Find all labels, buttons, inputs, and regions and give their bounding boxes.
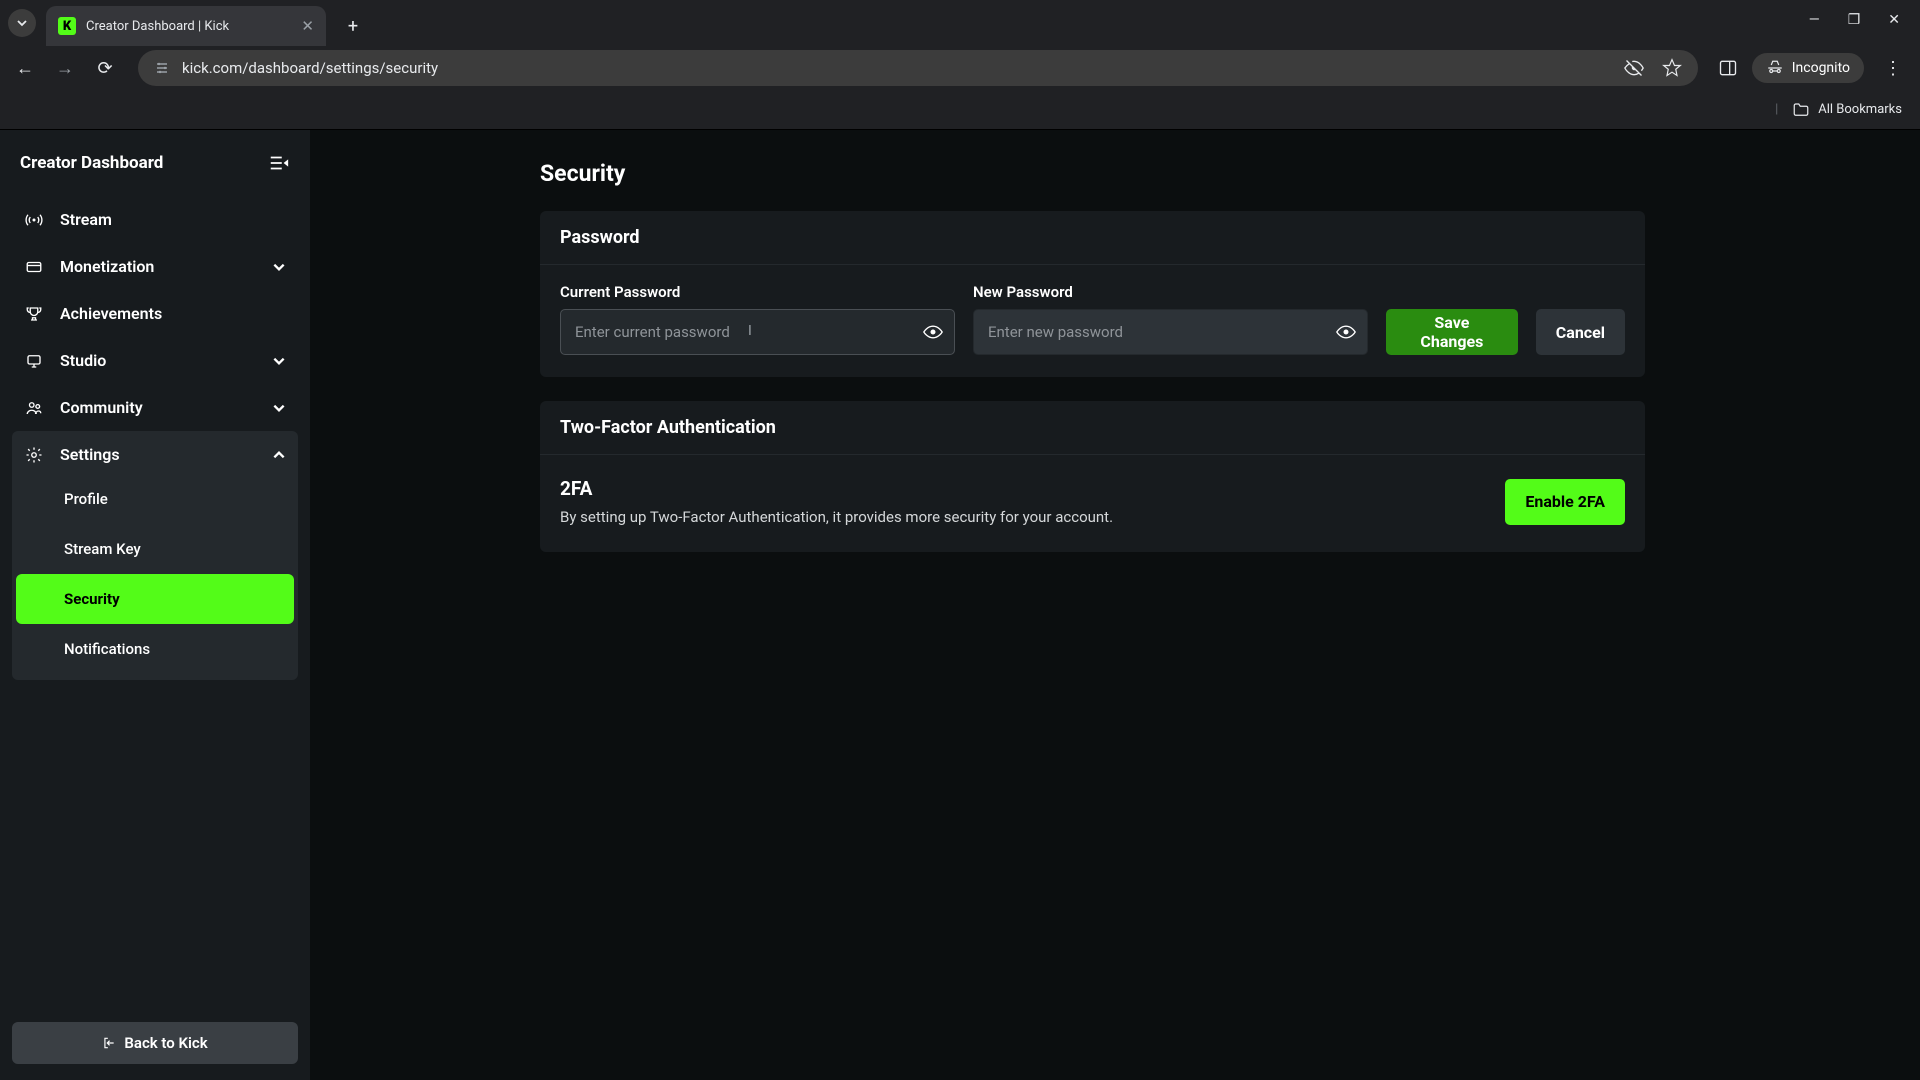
- new-password-input[interactable]: [973, 309, 1368, 355]
- chevron-down-icon: [272, 260, 286, 274]
- close-window-button[interactable]: ✕: [1888, 12, 1900, 28]
- tab-title: Creator Dashboard | Kick: [86, 19, 291, 34]
- back-to-kick-label: Back to Kick: [124, 1034, 207, 1052]
- bookmark-star-icon[interactable]: [1662, 58, 1682, 78]
- sidebar-item-label: Settings: [60, 445, 120, 464]
- sidebar-item-label: Monetization: [60, 257, 154, 276]
- collapse-sidebar-button[interactable]: [268, 152, 290, 174]
- site-info-icon[interactable]: [154, 60, 170, 76]
- sidebar-item-label: Achievements: [60, 304, 162, 323]
- all-bookmarks-button[interactable]: All Bookmarks: [1818, 102, 1902, 117]
- sidebar-item-stream[interactable]: Stream: [12, 196, 298, 243]
- url-text: kick.com/dashboard/settings/security: [182, 59, 1612, 77]
- main-content: Security Password Current Password I New…: [310, 130, 1920, 1080]
- browser-tab[interactable]: K Creator Dashboard | Kick ✕: [46, 6, 326, 46]
- current-password-input[interactable]: [560, 309, 955, 355]
- incognito-icon: [1766, 59, 1784, 77]
- trophy-icon: [24, 305, 44, 323]
- nav-bar: ← → ⟳ kick.com/dashboard/settings/securi…: [0, 46, 1920, 90]
- sidebar-subitem-security[interactable]: Security: [16, 574, 294, 624]
- cancel-button[interactable]: Cancel: [1536, 309, 1625, 355]
- tfa-card-header: Two-Factor Authentication: [540, 401, 1645, 455]
- reload-button[interactable]: ⟳: [92, 58, 118, 79]
- card-icon: [24, 258, 44, 276]
- browser-menu-button[interactable]: ⋮: [1878, 58, 1908, 79]
- password-card: Password Current Password I New Password: [540, 211, 1645, 377]
- tab-search-button[interactable]: [8, 9, 36, 37]
- sidebar-item-label: Studio: [60, 351, 106, 370]
- browser-chrome: K Creator Dashboard | Kick ✕ + ― ❐ ✕ ← →…: [0, 0, 1920, 130]
- new-tab-button[interactable]: +: [338, 11, 368, 41]
- folder-icon: [1792, 101, 1810, 119]
- forward-button[interactable]: →: [52, 58, 78, 79]
- broadcast-icon: [24, 211, 44, 229]
- maximize-button[interactable]: ❐: [1848, 12, 1861, 28]
- incognito-label: Incognito: [1792, 60, 1850, 76]
- password-card-header: Password: [540, 211, 1645, 265]
- gear-icon: [24, 446, 44, 464]
- chevron-down-icon: [272, 401, 286, 415]
- tab-bar: K Creator Dashboard | Kick ✕ + ― ❐ ✕: [0, 0, 1920, 46]
- bookmarks-bar: | All Bookmarks: [0, 90, 1920, 130]
- toggle-password-visibility-button[interactable]: [1336, 322, 1356, 342]
- sidebar-item-achievements[interactable]: Achievements: [12, 290, 298, 337]
- kick-favicon-icon: K: [58, 17, 76, 35]
- chevron-down-icon: [16, 17, 28, 29]
- exit-icon: [102, 1036, 116, 1050]
- toggle-password-visibility-button[interactable]: [923, 322, 943, 342]
- page-title: Security: [540, 160, 1920, 187]
- tfa-title: 2FA: [560, 477, 1505, 500]
- back-button[interactable]: ←: [12, 58, 38, 79]
- chevron-down-icon: [272, 354, 286, 368]
- tab-close-button[interactable]: ✕: [301, 17, 314, 35]
- eye-off-icon[interactable]: [1624, 58, 1644, 78]
- sidebar-item-monetization[interactable]: Monetization: [12, 243, 298, 290]
- save-changes-button[interactable]: Save Changes: [1386, 309, 1518, 355]
- sidebar-subitem-stream-key[interactable]: Stream Key: [16, 524, 294, 574]
- minimize-button[interactable]: ―: [1809, 12, 1820, 28]
- enable-2fa-button[interactable]: Enable 2FA: [1505, 479, 1625, 525]
- sidebar-item-settings[interactable]: Settings: [12, 431, 298, 478]
- tfa-card: Two-Factor Authentication 2FA By setting…: [540, 401, 1645, 552]
- side-panel-icon[interactable]: [1718, 58, 1738, 78]
- sidebar-subitem-notifications[interactable]: Notifications: [16, 624, 294, 674]
- new-password-label: New Password: [973, 283, 1368, 301]
- sidebar-subitem-profile[interactable]: Profile: [16, 474, 294, 524]
- sidebar-item-studio[interactable]: Studio: [12, 337, 298, 384]
- chevron-up-icon: [272, 448, 286, 462]
- incognito-indicator[interactable]: Incognito: [1752, 53, 1864, 83]
- sidebar-item-label: Community: [60, 398, 143, 417]
- current-password-label: Current Password: [560, 283, 955, 301]
- settings-submenu: Profile Stream Key Security Notification…: [12, 474, 298, 680]
- sidebar-item-label: Stream: [60, 210, 112, 229]
- studio-icon: [24, 352, 44, 370]
- community-icon: [24, 399, 44, 417]
- window-controls: ― ❐ ✕: [1809, 12, 1920, 28]
- back-to-kick-button[interactable]: Back to Kick: [12, 1022, 298, 1064]
- tfa-description: By setting up Two-Factor Authentication,…: [560, 508, 1505, 526]
- sidebar-item-community[interactable]: Community: [12, 384, 298, 431]
- address-bar[interactable]: kick.com/dashboard/settings/security: [138, 50, 1698, 86]
- sidebar-title: Creator Dashboard: [20, 153, 163, 173]
- app-root: Creator Dashboard Stream Monetization Ac…: [0, 130, 1920, 1080]
- sidebar: Creator Dashboard Stream Monetization Ac…: [0, 130, 310, 1080]
